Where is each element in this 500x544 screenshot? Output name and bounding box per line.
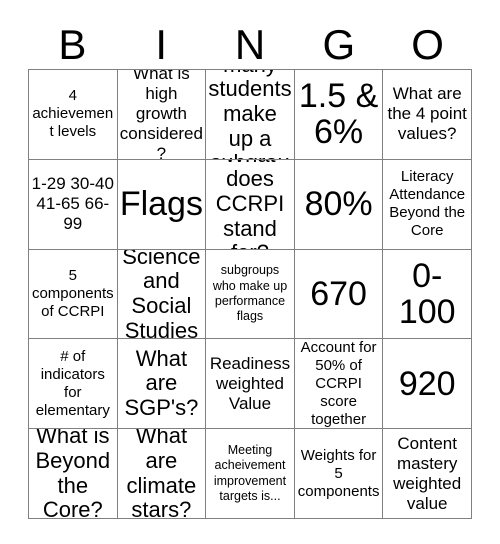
header-letter-b: B <box>58 21 87 68</box>
header-letter-n: N <box>234 21 266 68</box>
bingo-cell[interactable]: 4 achievement levels <box>29 70 118 160</box>
bingo-cell-text: Literacy Attendance Beyond the Core <box>389 168 466 240</box>
bingo-cell[interactable]: Meeting acheivement improvement targets … <box>206 429 295 519</box>
bingo-cell-text: How many students make up a subgroup? <box>208 70 292 159</box>
bingo-cell[interactable]: What does CCRPI stand for? <box>206 159 295 250</box>
bingo-cell[interactable]: 5 components of CCRPI <box>29 249 118 340</box>
bingo-cell-text: 80% <box>304 185 373 224</box>
bingo-cell-text: Science and Social Studies <box>122 249 201 340</box>
bingo-cell-text: Weights for 5 components <box>297 446 380 500</box>
bingo-cell[interactable]: Account for 50% of CCRPI score together <box>294 339 384 430</box>
bingo-cell[interactable]: 670 <box>294 249 384 340</box>
header-letter-o: O <box>411 21 444 68</box>
bingo-cell-text: 1.5 & 6% <box>298 77 379 152</box>
bingo-header: B I N G O <box>28 22 472 68</box>
bingo-cell[interactable]: 920 <box>383 339 472 430</box>
bingo-cell[interactable]: Science and Social Studies <box>117 249 207 340</box>
bingo-cell[interactable]: What is Beyond the Core? <box>29 429 118 519</box>
bingo-cell-text: What are the 4 point values? <box>387 84 467 144</box>
header-letter-i: I <box>155 21 168 68</box>
bingo-cell[interactable]: Literacy Attendance Beyond the Core <box>383 159 472 250</box>
bingo-grid: 4 achievement levels What is high growth… <box>28 69 472 519</box>
bingo-cell-text: Content mastery weighted value <box>393 433 462 513</box>
bingo-cell-text: What are SGP's? <box>124 345 199 421</box>
bingo-cell[interactable]: 0-100 <box>383 249 472 340</box>
bingo-cell-text: What is high growth considered? <box>119 70 203 160</box>
bingo-cell-text: 670 <box>310 274 367 313</box>
bingo-cell[interactable]: What are SGP's? <box>117 339 207 430</box>
bingo-cell[interactable]: 80% <box>294 159 384 250</box>
bingo-cell-text: Meeting acheivement improvement targets … <box>213 443 287 503</box>
bingo-cell[interactable]: Readiness weighted Value <box>206 339 295 430</box>
bingo-cell-text: 920 <box>398 364 456 403</box>
bingo-cell[interactable]: What are climate stars? <box>117 429 207 519</box>
bingo-cell-text: 5 components of CCRPI <box>31 266 114 320</box>
bingo-cell-text: 4 achievement levels <box>32 87 114 141</box>
bingo-cell[interactable]: 1.5 & 6% <box>294 70 384 160</box>
bingo-cell-text: 1-29 30-40 41-65 66-99 <box>31 174 114 234</box>
bingo-cell-text: Flags <box>119 185 203 224</box>
bingo-cell-text: What does CCRPI stand for? <box>215 160 285 249</box>
bingo-cell[interactable]: Flags <box>117 159 207 250</box>
bingo-cell[interactable]: Weights for 5 components <box>294 429 384 519</box>
bingo-cell[interactable]: Content mastery weighted value <box>383 429 472 519</box>
bingo-cell-text: What are climate stars? <box>126 429 197 519</box>
bingo-cell-text: subgroups who make up performance flags <box>212 263 288 324</box>
header-letter-g: G <box>322 21 356 68</box>
bingo-cell[interactable]: How many students make up a subgroup? <box>206 70 295 160</box>
bingo-cell[interactable]: subgroups who make up performance flags <box>206 249 295 340</box>
bingo-cell-text: # of indicators for elementary <box>35 347 110 419</box>
bingo-cell[interactable]: 1-29 30-40 41-65 66-99 <box>29 159 118 250</box>
bingo-cell[interactable]: What are the 4 point values? <box>383 70 472 160</box>
bingo-cell-text: 0-100 <box>398 256 456 331</box>
bingo-cell-text: Readiness weighted Value <box>209 353 291 413</box>
bingo-cell-text: What is Beyond the Core? <box>35 429 111 519</box>
bingo-cell-text: Account for 50% of CCRPI score together <box>300 339 377 428</box>
bingo-cell[interactable]: What is high growth considered? <box>117 70 207 160</box>
bingo-cell[interactable]: # of indicators for elementary <box>29 339 118 430</box>
bingo-card: B I N G O 4 achievement levels What is h… <box>0 0 500 544</box>
